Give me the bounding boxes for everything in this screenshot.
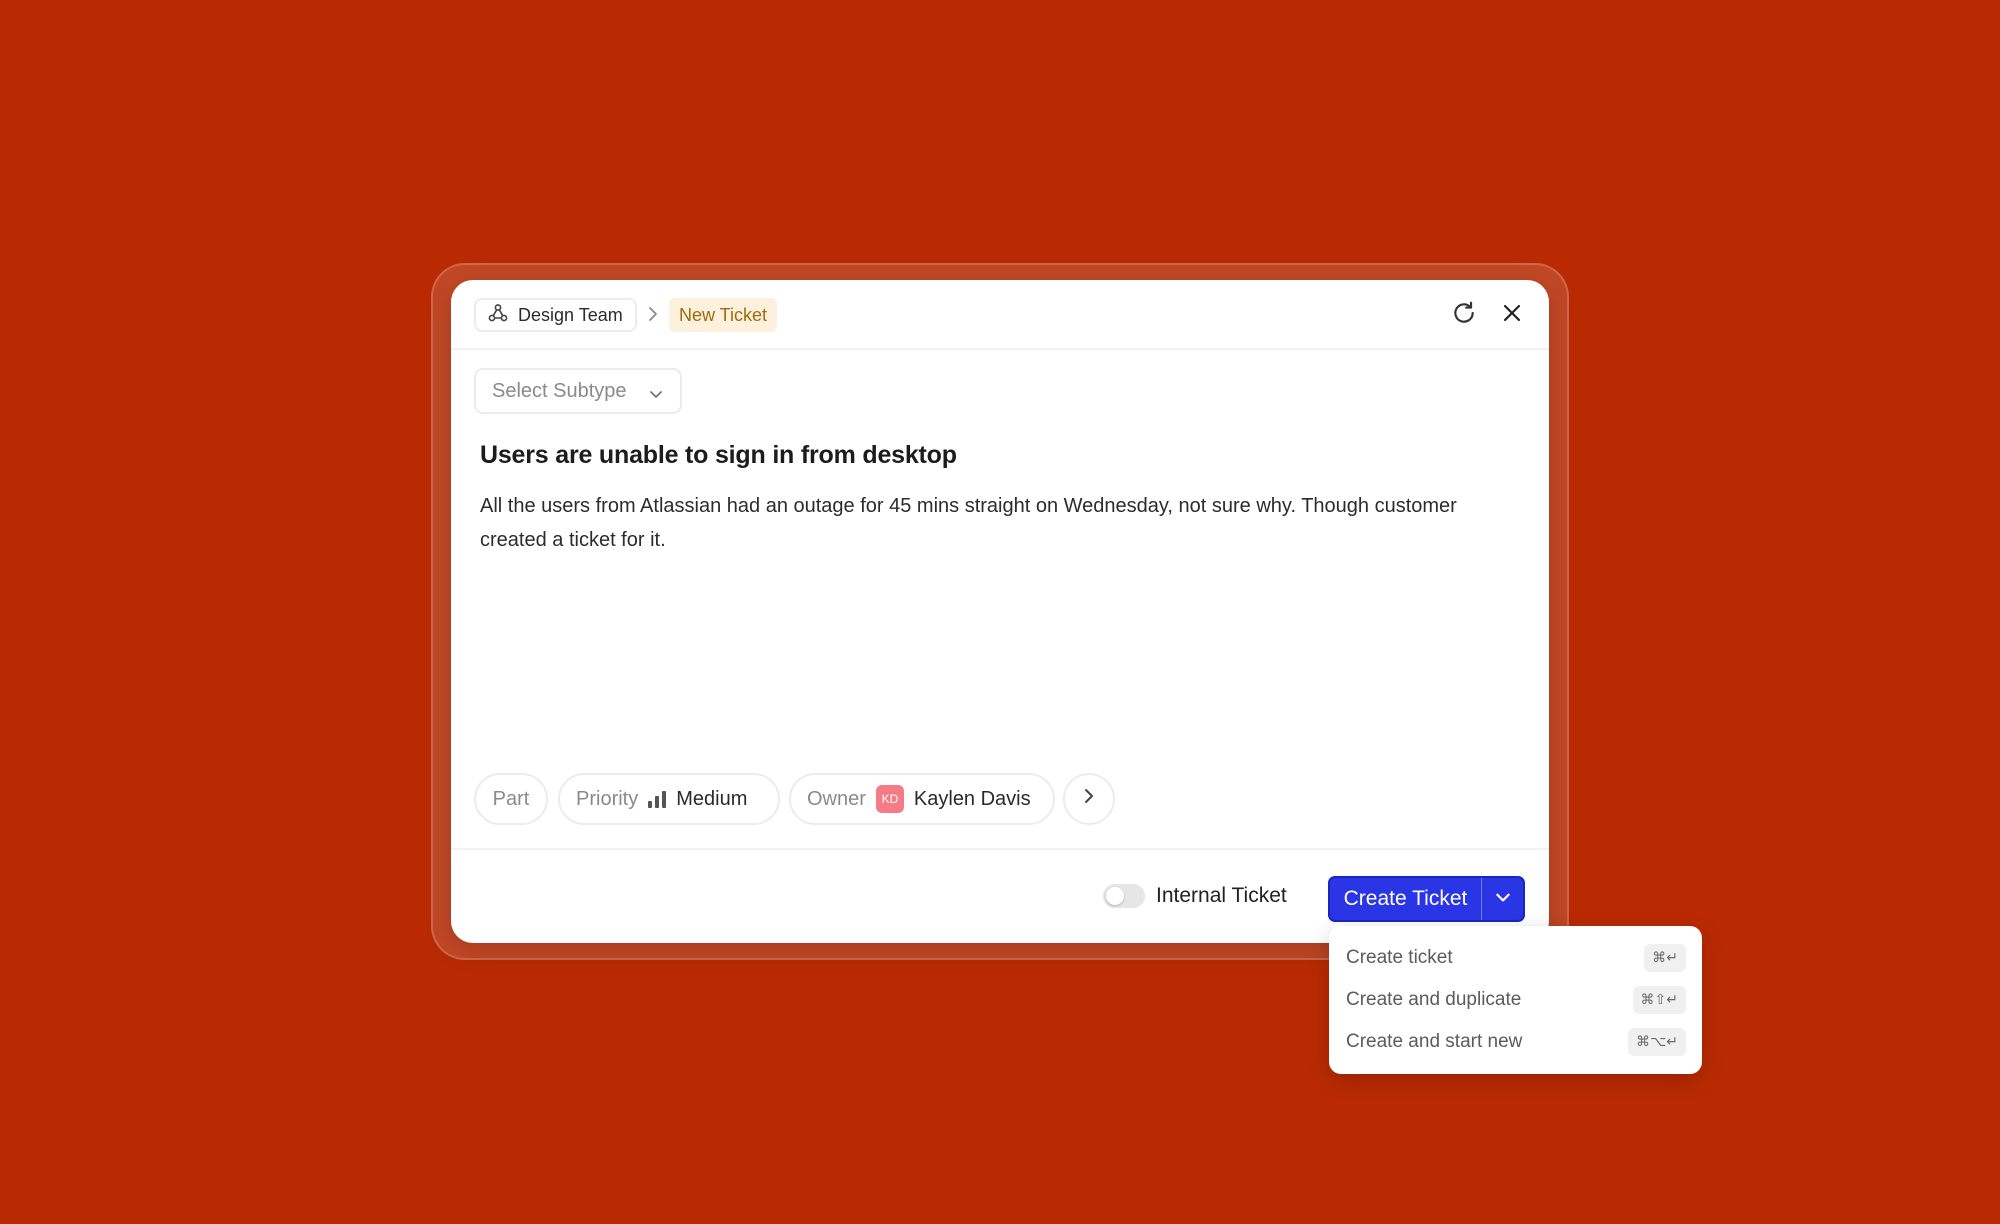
menu-item-label: Create ticket: [1346, 947, 1453, 968]
internal-ticket-label: Internal Ticket: [1156, 884, 1287, 907]
part-label: Part: [492, 787, 530, 810]
more-fields-button[interactable]: [1063, 773, 1115, 825]
menu-item-label: Create and start new: [1346, 1031, 1523, 1052]
create-options-menu: Create ticket ⌘↵ Create and duplicate ⌘⇧…: [1329, 926, 1702, 1074]
subtype-select[interactable]: Select Subtype: [474, 368, 682, 414]
internal-ticket-toggle[interactable]: [1103, 884, 1145, 908]
menu-item-create-ticket[interactable]: Create ticket ⌘↵: [1346, 941, 1686, 975]
priority-field[interactable]: Priority Medium: [558, 773, 780, 825]
ticket-title[interactable]: Users are unable to sign in from desktop: [480, 441, 1510, 470]
new-ticket-modal: Design Team New Ticket Select Subtype Us…: [451, 280, 1549, 943]
breadcrumb-team[interactable]: Design Team: [474, 298, 637, 332]
refresh-icon: [1451, 300, 1477, 331]
shortcut-badge: ⌘⇧↵: [1632, 986, 1686, 1014]
chevron-down-icon: [1494, 888, 1512, 911]
chevron-down-icon: [648, 385, 664, 408]
breadcrumb-team-label: Design Team: [518, 304, 623, 325]
team-nodes-icon: [488, 303, 508, 328]
create-options-toggle[interactable]: [1482, 878, 1523, 920]
chevron-right-icon: [1079, 786, 1099, 812]
breadcrumb-current: New Ticket: [669, 298, 778, 332]
ticket-description[interactable]: All the users from Atlassian had an outa…: [480, 489, 1490, 557]
owner-label: Owner: [807, 787, 866, 810]
chevron-right-icon: [643, 304, 663, 324]
create-ticket-button[interactable]: Create Ticket: [1330, 878, 1482, 920]
priority-bars-icon: [648, 790, 667, 808]
refresh-button[interactable]: [1449, 300, 1479, 330]
create-ticket-split-button: Create Ticket: [1328, 876, 1525, 922]
owner-name: Kaylen Davis: [913, 787, 1031, 810]
menu-item-create-and-duplicate[interactable]: Create and duplicate ⌘⇧↵: [1346, 983, 1686, 1017]
priority-value: Medium: [676, 787, 748, 810]
menu-item-label: Create and duplicate: [1346, 989, 1522, 1010]
avatar: KD: [875, 785, 904, 813]
menu-item-create-and-start-new[interactable]: Create and start new ⌘⌥↵: [1346, 1025, 1686, 1059]
modal-header: Design Team New Ticket: [451, 280, 1549, 350]
toggle-knob: [1106, 887, 1124, 905]
shortcut-badge: ⌘⌥↵: [1628, 1028, 1686, 1056]
shortcut-badge: ⌘↵: [1644, 944, 1686, 972]
close-icon: [1500, 301, 1524, 330]
close-button[interactable]: [1497, 300, 1527, 330]
owner-field[interactable]: Owner KD Kaylen Davis: [789, 773, 1055, 825]
subtype-placeholder: Select Subtype: [492, 379, 627, 402]
part-field[interactable]: Part: [474, 773, 548, 825]
priority-label: Priority: [576, 787, 639, 810]
